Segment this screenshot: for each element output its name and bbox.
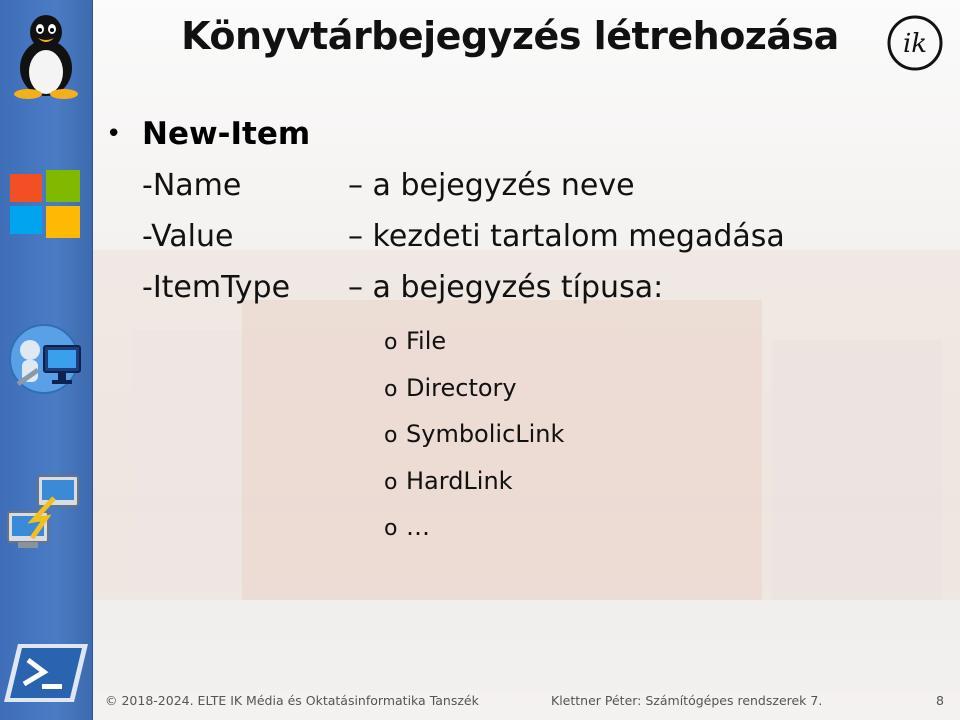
parameter-name: -ItemType	[142, 270, 291, 305]
command-bullet: • New-Item	[106, 108, 906, 160]
slide-content: • New-Item -Name – a bejegyzés neve -Val…	[106, 108, 906, 313]
item-type-label: …	[406, 513, 430, 541]
item-type-list: o File o Directory o SymbolicLink o HardLink…	[384, 318, 564, 551]
footer-author: Klettner Péter: Számítógépes rendszerek …	[551, 693, 823, 708]
remote-admin-icon	[9, 324, 81, 394]
windows-logo-icon	[10, 170, 80, 238]
list-item: o Directory	[384, 365, 564, 412]
list-item: o SymbolicLink	[384, 411, 564, 458]
page-number: 8	[936, 693, 944, 708]
bullet-marker: •	[106, 119, 122, 149]
list-item: o…	[384, 504, 564, 551]
item-type-label: Directory	[406, 373, 517, 402]
parameter-name: -Value	[142, 219, 234, 254]
sub-bullet-marker: o	[384, 376, 398, 402]
sub-bullet-marker: o	[384, 423, 398, 448]
sub-bullet-marker: o	[384, 330, 398, 355]
parameter-description: – kezdeti tartalom megadása	[348, 219, 785, 254]
list-item: o File	[384, 318, 564, 365]
sub-bullet-marker: o	[384, 469, 398, 495]
item-type-label: SymbolicLink	[406, 420, 565, 448]
footer-copyright: © 2018-2024. ELTE IK Média és Oktatásinf…	[105, 693, 479, 708]
slide-title: Könyvtárbejegyzés létrehozása	[181, 14, 839, 58]
parameter-name: -Name	[142, 168, 242, 203]
parameter-row: -ItemType – a bejegyzés típusa:	[106, 262, 906, 313]
parameter-row: -Value – kezdeti tartalom megadása	[106, 211, 906, 262]
item-type-label: HardLink	[406, 466, 513, 495]
svg-text:ik: ik	[903, 29, 927, 59]
ik-logo: ik	[887, 15, 943, 71]
network-computers-icon	[7, 475, 79, 548]
sub-bullet-marker: o	[384, 516, 398, 541]
parameter-description: – a bejegyzés neve	[348, 168, 635, 203]
list-item: o HardLink	[384, 458, 564, 505]
command-name: New-Item	[142, 116, 311, 152]
powershell-icon	[4, 644, 88, 702]
parameter-description: – a bejegyzés típusa:	[348, 270, 664, 305]
sidebar	[0, 0, 93, 720]
parameter-row: -Name – a bejegyzés neve	[106, 160, 906, 211]
item-type-label: File	[406, 327, 447, 355]
linux-penguin-icon	[14, 15, 78, 99]
